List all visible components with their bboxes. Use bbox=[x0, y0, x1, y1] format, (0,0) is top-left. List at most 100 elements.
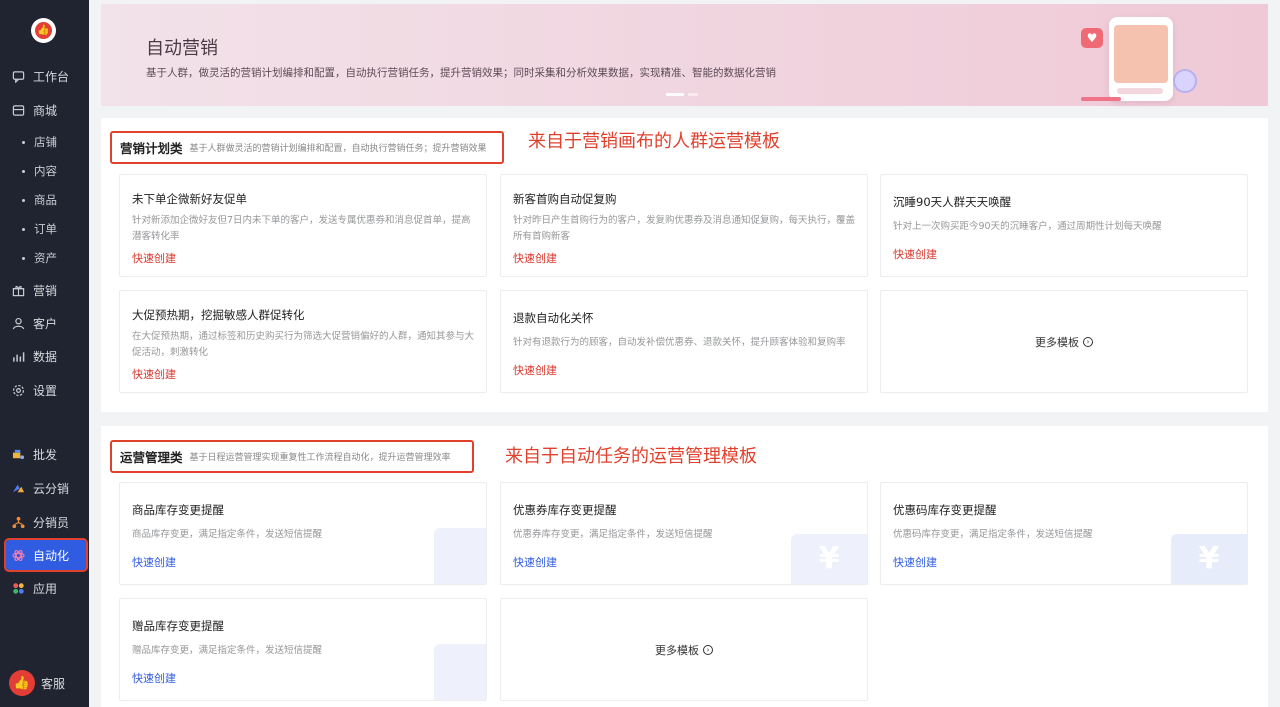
section-header: 运营管理类 基于日程运营管理实现重复性工作流程自动化，提升运营管理效率 bbox=[110, 440, 474, 473]
template-card[interactable]: 退款自动化关怀 针对有退款行为的顾客，自动发补偿优惠券、退款关怀，提升顾客体验和… bbox=[500, 290, 868, 393]
banner-illustration-base bbox=[1081, 97, 1121, 101]
quick-create-link[interactable]: 快速创建 bbox=[132, 554, 176, 570]
heart-icon: ♥ bbox=[1081, 28, 1103, 48]
sidebar-item-label: 数据 bbox=[33, 349, 58, 364]
chat-icon bbox=[11, 69, 25, 83]
card-title: 新客首购自动促复购 bbox=[513, 192, 617, 206]
sidebar-item-marketing[interactable]: 营销 bbox=[0, 275, 89, 305]
chevron-right-icon: › bbox=[703, 644, 713, 655]
quick-create-link[interactable]: 快速创建 bbox=[513, 554, 557, 570]
customer-service-label: 客服 bbox=[41, 676, 66, 691]
card-description: 优惠码库存变更，满足指定条件，发送短信提醒 bbox=[893, 529, 1093, 540]
card-description: 针对新添加企微好友但7日内未下单的客户，发送专属优惠券和消息促首单，提高潜客转化… bbox=[132, 215, 471, 242]
card-title: 优惠券库存变更提醒 bbox=[513, 503, 617, 517]
customer-service-button[interactable]: 👍 客服 bbox=[9, 670, 65, 696]
sidebar-subitem-orders[interactable]: 订单 bbox=[0, 216, 89, 242]
card-description: 赠品库存变更，满足指定条件，发送短信提醒 bbox=[132, 645, 323, 656]
template-card[interactable]: 未下单企微新好友促单 针对新添加企微好友但7日内未下单的客户，发送专属优惠券和消… bbox=[119, 174, 487, 277]
template-card[interactable]: 大促预热期，挖掘敏感人群促转化 在大促预热期，通过标签和历史购买行为筛选大促营销… bbox=[119, 290, 487, 393]
card-title: 退款自动化关怀 bbox=[513, 311, 594, 325]
quick-create-link[interactable]: 快速创建 bbox=[132, 366, 176, 382]
sidebar-item-wholesale[interactable]: 批发 bbox=[0, 439, 89, 469]
quick-create-link[interactable]: 快速创建 bbox=[893, 246, 937, 262]
card-description: 商品库存变更，满足指定条件，发送短信提醒 bbox=[132, 529, 323, 540]
carousel-indicator[interactable] bbox=[666, 93, 698, 96]
sidebar-item-label: 批发 bbox=[33, 447, 58, 462]
sidebar-subitem-label: 店铺 bbox=[34, 135, 57, 149]
card-title: 未下单企微新好友促单 bbox=[132, 192, 247, 206]
more-templates-button[interactable]: 更多模板 › bbox=[880, 290, 1248, 393]
apps-icon bbox=[11, 581, 25, 595]
chart-icon bbox=[11, 349, 25, 363]
card-title: 优惠码库存变更提醒 bbox=[893, 503, 997, 517]
sidebar-subitem-shop[interactable]: 店铺 bbox=[0, 129, 89, 155]
sidebar-item-label: 分销员 bbox=[33, 515, 70, 530]
thumb-up-icon: 👍 bbox=[35, 22, 52, 39]
card-description: 针对上一次购买距今90天的沉睡客户，通过周期性计划每天唤醒 bbox=[893, 221, 1162, 232]
sidebar-item-label: 应用 bbox=[33, 581, 58, 596]
card-description: 优惠券库存变更，满足指定条件，发送短信提醒 bbox=[513, 529, 713, 540]
sidebar-item-label: 工作台 bbox=[33, 69, 70, 84]
template-card[interactable]: 商品库存变更提醒 商品库存变更，满足指定条件，发送短信提醒 快速创建 bbox=[119, 482, 487, 585]
card-title: 赠品库存变更提醒 bbox=[132, 619, 224, 633]
sidebar-item-settings[interactable]: 设置 bbox=[0, 375, 89, 405]
sidebar-item-store[interactable]: 商城 bbox=[0, 95, 89, 125]
sidebar: 👍 工作台 商城 店铺 内容 商品 订单 资产 营销 客户 数据 设置 批发 云… bbox=[0, 0, 89, 707]
template-card[interactable]: 新客首购自动促复购 针对昨日产生首购行为的客户，发复购优惠券及消息通知促复购，每… bbox=[500, 174, 868, 277]
chevron-right-icon: › bbox=[1083, 336, 1093, 347]
quick-create-link[interactable]: 快速创建 bbox=[132, 250, 176, 266]
sidebar-item-label: 设置 bbox=[33, 383, 58, 398]
banner: 自动营销 基于人群，做灵活的营销计划编排和配置，自动执行营销任务，提升营销效果；… bbox=[101, 4, 1268, 106]
sidebar-subitem-label: 订单 bbox=[34, 222, 57, 236]
sidebar-item-apps[interactable]: 应用 bbox=[0, 573, 89, 603]
sidebar-item-workbench[interactable]: 工作台 bbox=[0, 61, 89, 91]
quick-create-link[interactable]: 快速创建 bbox=[893, 554, 937, 570]
sidebar-subitem-assets[interactable]: 资产 bbox=[0, 245, 89, 271]
cloud-distribution-icon bbox=[11, 481, 25, 495]
more-templates-button[interactable]: 更多模板 › bbox=[500, 598, 868, 701]
sidebar-subitem-content[interactable]: 内容 bbox=[0, 158, 89, 184]
card-description: 针对昨日产生首购行为的客户，发复购优惠券及消息通知促复购，每天执行，覆盖所有首购… bbox=[513, 215, 856, 242]
sidebar-item-label: 自动化 bbox=[33, 548, 70, 563]
quick-create-link[interactable]: 快速创建 bbox=[132, 670, 176, 686]
banner-title: 自动营销 bbox=[146, 38, 218, 59]
clock-icon bbox=[1173, 69, 1197, 93]
user-icon bbox=[11, 316, 25, 330]
marketing-plan-section: 营销计划类 基于人群做灵活的营销计划编排和配置，自动执行营销任务；提升营销效果 … bbox=[101, 118, 1268, 412]
more-templates-label: 更多模板 bbox=[1035, 335, 1079, 349]
template-card[interactable]: ¥ 优惠码库存变更提醒 优惠码库存变更，满足指定条件，发送短信提醒 快速创建 bbox=[880, 482, 1248, 585]
card-description: 针对有退款行为的顾客，自动发补偿优惠券、退款关怀，提升顾客体验和复购率 bbox=[513, 337, 846, 348]
sidebar-item-cloud-distribution[interactable]: 云分销 bbox=[0, 473, 89, 503]
automation-icon bbox=[11, 548, 25, 562]
sidebar-item-customers[interactable]: 客户 bbox=[0, 308, 89, 338]
card-title: 商品库存变更提醒 bbox=[132, 503, 224, 517]
store-icon bbox=[11, 103, 25, 117]
section-description: 基于日程运营管理实现重复性工作流程自动化，提升运营管理效率 bbox=[189, 453, 451, 463]
gear-icon bbox=[11, 383, 25, 397]
section-title: 营销计划类 bbox=[120, 141, 183, 156]
sidebar-item-label: 云分销 bbox=[33, 481, 70, 496]
banner-description: 基于人群，做灵活的营销计划编排和配置，自动执行营销任务，提升营销效果；同时采集和… bbox=[146, 67, 776, 79]
sidebar-subitem-label: 商品 bbox=[34, 193, 57, 207]
distributor-icon bbox=[11, 515, 25, 529]
banner-illustration bbox=[1109, 17, 1173, 101]
wholesale-icon bbox=[11, 447, 25, 461]
more-templates-label: 更多模板 bbox=[655, 643, 699, 657]
thumb-up-icon: 👍 bbox=[9, 670, 35, 696]
template-card[interactable]: 赠品库存变更提醒 赠品库存变更，满足指定条件，发送短信提醒 快速创建 bbox=[119, 598, 487, 701]
template-card[interactable]: ¥ 优惠券库存变更提醒 优惠券库存变更，满足指定条件，发送短信提醒 快速创建 bbox=[500, 482, 868, 585]
section-description: 基于人群做灵活的营销计划编排和配置，自动执行营销任务；提升营销效果 bbox=[189, 144, 487, 154]
quick-create-link[interactable]: 快速创建 bbox=[513, 362, 557, 378]
sidebar-subitem-label: 资产 bbox=[34, 251, 57, 265]
card-description: 在大促预热期，通过标签和历史购买行为筛选大促营销偏好的人群，通知其参与大促活动，… bbox=[132, 331, 475, 358]
sidebar-item-distributor[interactable]: 分销员 bbox=[0, 507, 89, 537]
gift-icon bbox=[11, 283, 25, 297]
brand-logo[interactable]: 👍 bbox=[31, 18, 56, 43]
template-card[interactable]: 沉睡90天人群天天唤醒 针对上一次购买距今90天的沉睡客户，通过周期性计划每天唤… bbox=[880, 174, 1248, 277]
sidebar-item-data[interactable]: 数据 bbox=[0, 341, 89, 371]
card-title: 大促预热期，挖掘敏感人群促转化 bbox=[132, 308, 305, 322]
sidebar-item-automation[interactable]: 自动化 bbox=[4, 538, 88, 572]
quick-create-link[interactable]: 快速创建 bbox=[513, 250, 557, 266]
sidebar-subitem-goods[interactable]: 商品 bbox=[0, 187, 89, 213]
annotation-label: 来自于自动任务的运营管理模板 bbox=[505, 446, 757, 467]
